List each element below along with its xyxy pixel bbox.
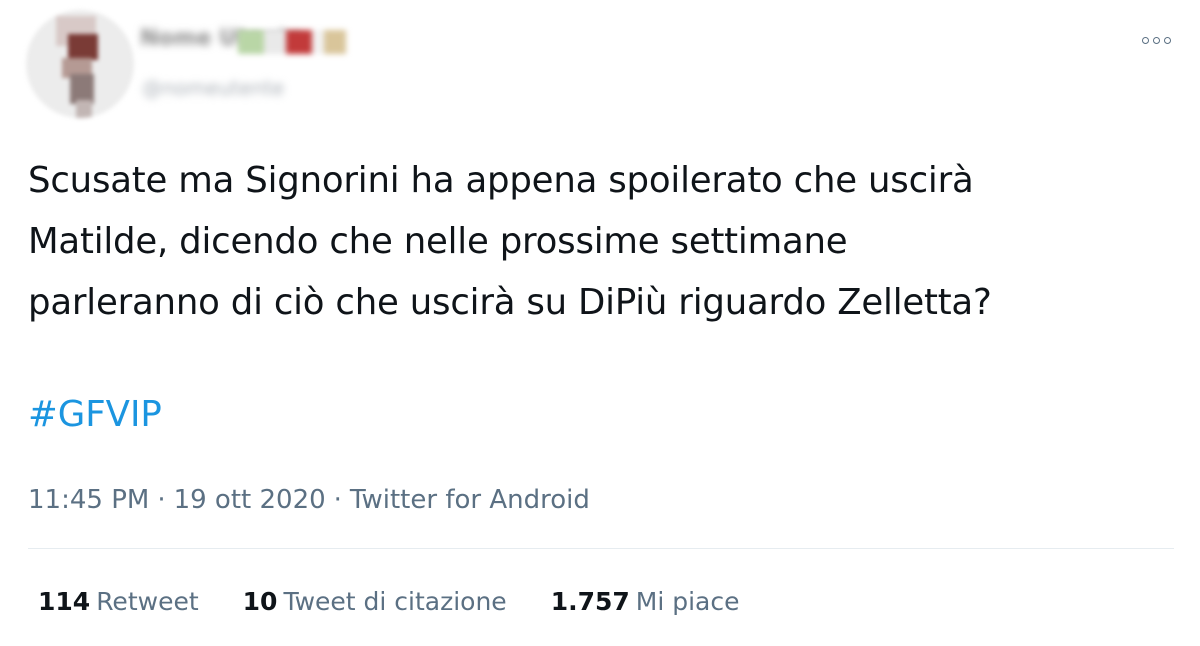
author-handle[interactable]: @nomeutente	[142, 76, 284, 100]
tweet-stats: 114 Retweet 10 Tweet di citazione 1.757 Mi …	[38, 584, 740, 620]
hashtag-link[interactable]: #GFVIP	[28, 390, 162, 440]
meta-separator: ·	[157, 485, 166, 515]
more-horizontal-icon	[1141, 36, 1149, 44]
tweet-metadata: 11:45 PM · 19 ott 2020 · Twitter for Android	[28, 482, 590, 518]
retweets-stat[interactable]: 114 Retweet	[38, 584, 199, 620]
tweet-source-link[interactable]: Twitter for Android	[350, 485, 590, 515]
more-dot	[1163, 36, 1171, 44]
quote-tweets-label: Tweet di citazione	[283, 587, 507, 616]
divider	[28, 548, 1174, 549]
retweets-label: Retweet	[96, 587, 199, 616]
likes-label: Mi piace	[635, 587, 740, 616]
tweet-card: Nome Utente @nomeutente Scusate ma Signo…	[0, 0, 1200, 646]
tweet-text: Scusate ma Signorini ha appena spoilerat…	[28, 150, 1178, 333]
flag-emoji-icon	[238, 30, 358, 54]
more-options-button[interactable]	[1136, 28, 1176, 52]
tweet-date[interactable]: 19 ott 2020	[174, 485, 326, 515]
tweet-text-line: Scusate ma Signorini ha appena spoilerat…	[28, 160, 974, 201]
more-dot	[1152, 36, 1160, 44]
retweets-count: 114	[38, 587, 91, 616]
quote-tweets-count: 10	[242, 587, 278, 616]
avatar[interactable]	[26, 10, 134, 118]
meta-separator: ·	[333, 485, 342, 515]
quote-tweets-stat[interactable]: 10 Tweet di citazione	[243, 584, 507, 620]
likes-stat[interactable]: 1.757 Mi piace	[551, 584, 740, 620]
likes-count: 1.757	[550, 587, 630, 616]
tweet-time[interactable]: 11:45 PM	[28, 485, 149, 515]
tweet-text-line: Matilde, dicendo che nelle prossime sett…	[28, 221, 848, 262]
tweet-text-line: parleranno di ciò che uscirà su DiPiù ri…	[28, 282, 992, 323]
